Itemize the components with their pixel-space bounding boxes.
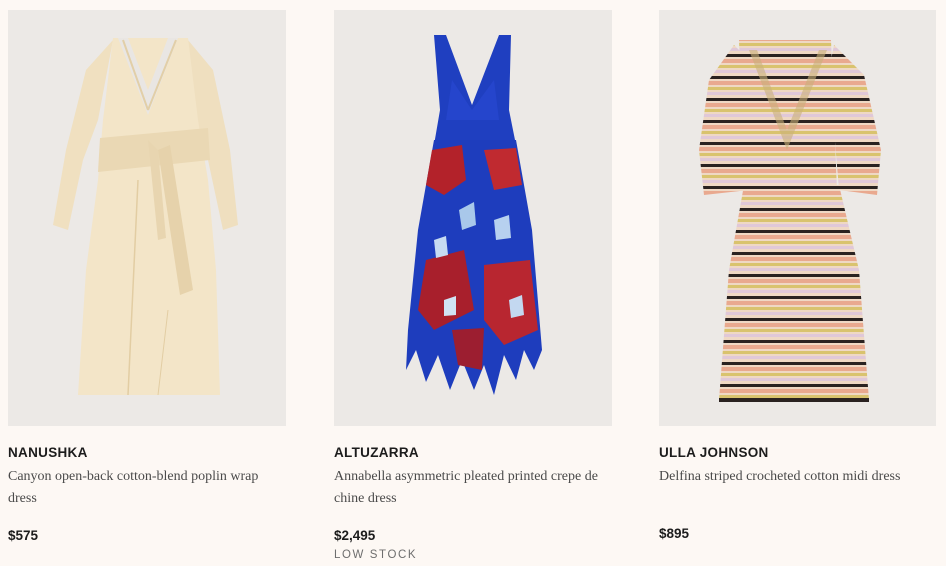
cream-wrap-dress-image [53,38,238,396]
product-brand[interactable]: ALTUZARRA [334,445,612,460]
product-brand[interactable]: ULLA JOHNSON [659,445,936,460]
product-name[interactable]: Annabella asymmetric pleated printed cre… [334,466,612,510]
product-image[interactable] [8,10,286,426]
stock-badge: LOW STOCK [334,549,418,561]
product-brand[interactable]: NANUSHKA [8,445,286,460]
product-card[interactable]: NANUSHKA Canyon open-back cotton-blend p… [8,10,286,543]
product-card[interactable]: ULLA JOHNSON Delfina striped crocheted c… [659,10,936,541]
product-price: $575 [8,528,39,543]
product-image[interactable] [659,10,936,426]
product-card[interactable]: ALTUZARRA Annabella asymmetric pleated p… [334,10,612,561]
product-name[interactable]: Canyon open-back cotton-blend poplin wra… [8,466,286,510]
striped-crochet-dress-image [699,40,881,402]
product-price: $895 [659,526,690,541]
product-name[interactable]: Delfina striped crocheted cotton midi dr… [659,466,936,488]
product-image[interactable] [334,10,612,426]
product-price: $2,495 [334,528,376,543]
blue-red-printed-dress-image [406,35,542,395]
